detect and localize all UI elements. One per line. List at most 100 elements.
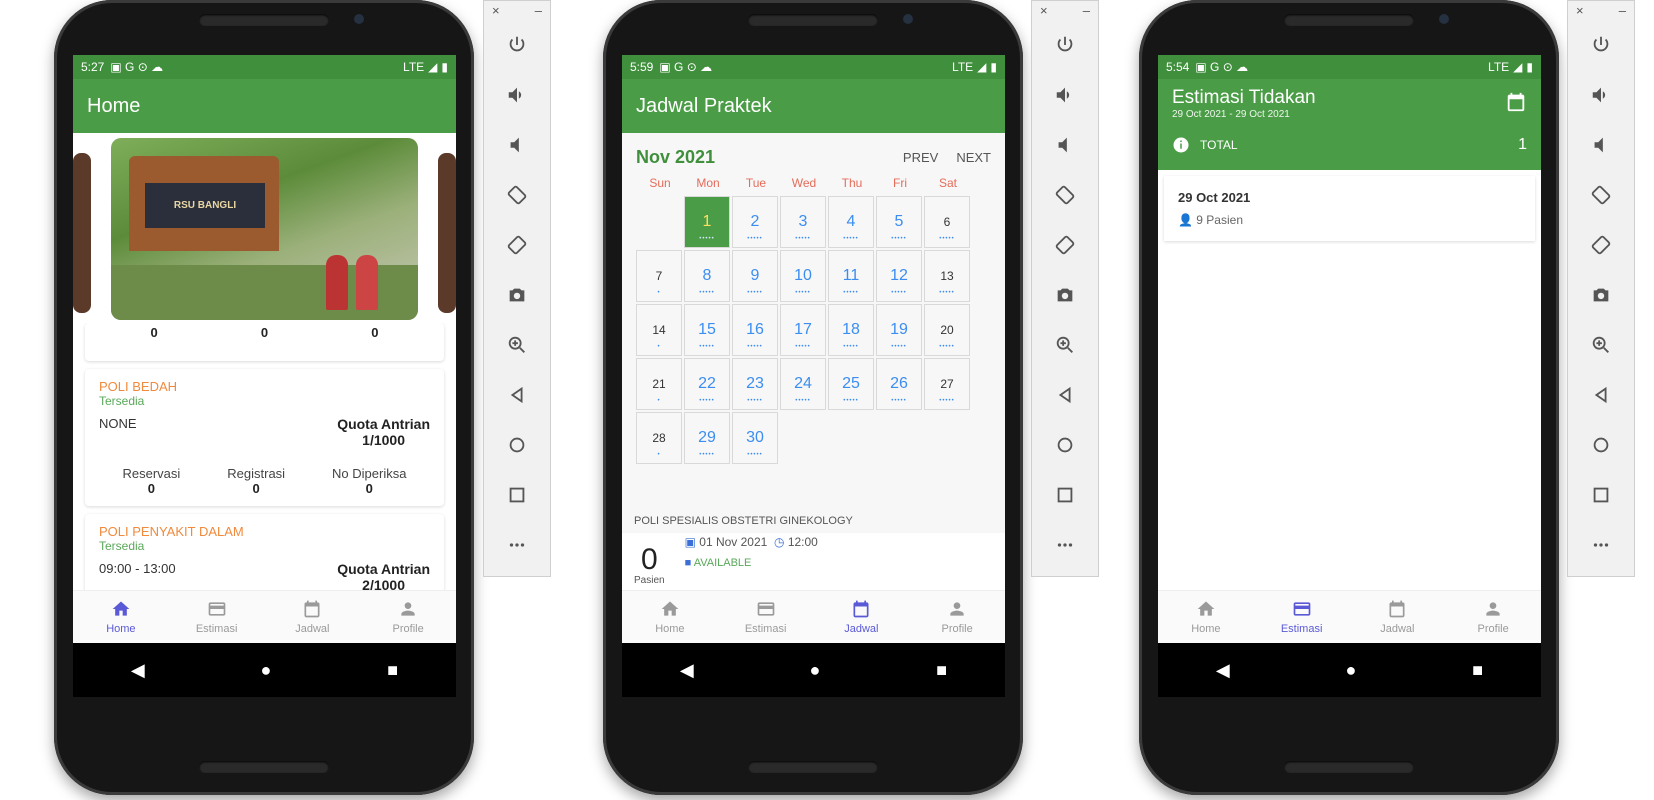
screenshot-button[interactable] [484, 270, 550, 320]
close-icon[interactable]: × [492, 3, 500, 18]
calendar-day[interactable]: 24 ••••• [780, 358, 826, 410]
carousel-main-slide[interactable]: RSU BANGLI [111, 138, 418, 320]
calendar-day[interactable]: 9 ••••• [732, 250, 778, 302]
calendar-day[interactable]: 6 ••••• [924, 196, 970, 248]
calendar-day[interactable]: 14 • [636, 304, 682, 356]
back-icon[interactable]: ◀ [1216, 660, 1230, 681]
calendar-day[interactable]: 5 ••••• [876, 196, 922, 248]
recents-icon[interactable]: ■ [387, 660, 398, 681]
nav-jadwal[interactable]: Jadwal [814, 591, 910, 643]
home-button[interactable] [1032, 420, 1098, 470]
close-icon[interactable]: × [1040, 3, 1048, 18]
calendar-day[interactable]: 11 ••••• [828, 250, 874, 302]
calendar-day[interactable]: 25 ••••• [828, 358, 874, 410]
home-circle-icon[interactable]: ● [1346, 660, 1357, 681]
calendar-day[interactable]: 13 ••••• [924, 250, 970, 302]
calendar-day[interactable]: 18 ••••• [828, 304, 874, 356]
volume-down-button[interactable] [1568, 120, 1634, 170]
calendar-day[interactable]: 1 ••••• [684, 196, 730, 248]
overview-button[interactable] [484, 470, 550, 520]
schedule-card[interactable]: POLI SPESIALIS OBSTETRI GINEKOLOGY 0 Pas… [622, 507, 1005, 594]
nav-home[interactable]: Home [622, 591, 718, 643]
overview-button[interactable] [1032, 470, 1098, 520]
rotate-left-button[interactable] [484, 170, 550, 220]
calendar-day[interactable]: 29 ••••• [684, 412, 730, 464]
carousel-next-slide[interactable] [438, 153, 456, 313]
power-button[interactable] [484, 20, 550, 70]
nav-profile[interactable]: Profile [1445, 591, 1541, 643]
nav-home[interactable]: Home [1158, 591, 1254, 643]
back-icon[interactable]: ◀ [131, 660, 145, 681]
calendar-day[interactable]: 17 ••••• [780, 304, 826, 356]
calendar-day[interactable]: 12 ••••• [876, 250, 922, 302]
zoom-button[interactable] [484, 320, 550, 370]
recents-icon[interactable]: ■ [936, 660, 947, 681]
power-button[interactable] [1568, 20, 1634, 70]
power-button[interactable] [1032, 20, 1098, 70]
nav-estimasi[interactable]: Estimasi [169, 591, 265, 643]
nav-estimasi[interactable]: Estimasi [1254, 591, 1350, 643]
poli-card[interactable]: POLI BEDAH Tersedia NONE Quota Antrian 1… [85, 369, 444, 506]
more-button[interactable] [1032, 520, 1098, 570]
home-circle-icon[interactable]: ● [810, 660, 821, 681]
overview-button[interactable] [1568, 470, 1634, 520]
nav-estimasi[interactable]: Estimasi [718, 591, 814, 643]
nav-jadwal[interactable]: Jadwal [265, 591, 361, 643]
home-circle-icon[interactable]: ● [261, 660, 272, 681]
nav-home[interactable]: Home [73, 591, 169, 643]
more-button[interactable] [484, 520, 550, 570]
calendar-day[interactable]: 2 ••••• [732, 196, 778, 248]
minimize-icon[interactable]: – [1083, 3, 1090, 18]
home-button[interactable] [484, 420, 550, 470]
nav-profile[interactable]: Profile [909, 591, 1005, 643]
calendar-day[interactable]: 4 ••••• [828, 196, 874, 248]
calendar-day[interactable]: 15 ••••• [684, 304, 730, 356]
rotate-left-button[interactable] [1032, 170, 1098, 220]
recents-icon[interactable]: ■ [1472, 660, 1483, 681]
image-carousel[interactable]: RSU BANGLI [73, 133, 456, 323]
screenshot-button[interactable] [1032, 270, 1098, 320]
calendar-day[interactable]: 10 ••••• [780, 250, 826, 302]
more-button[interactable] [1568, 520, 1634, 570]
zoom-button[interactable] [1032, 320, 1098, 370]
minimize-icon[interactable]: – [1619, 3, 1626, 18]
calendar-day[interactable]: 26 ••••• [876, 358, 922, 410]
nav-jadwal[interactable]: Jadwal [1350, 591, 1446, 643]
carousel-prev-slide[interactable] [73, 153, 91, 313]
back-button[interactable] [1568, 370, 1634, 420]
calendar-day[interactable]: 27 ••••• [924, 358, 970, 410]
estimasi-item[interactable]: 29 Oct 2021 👤 9 Pasien [1164, 176, 1535, 241]
calendar-day[interactable]: 8 ••••• [684, 250, 730, 302]
rotate-left-button[interactable] [1568, 170, 1634, 220]
home-button[interactable] [1568, 420, 1634, 470]
rotate-right-button[interactable] [484, 220, 550, 270]
volume-down-button[interactable] [484, 120, 550, 170]
calendar-day[interactable]: 30 ••••• [732, 412, 778, 464]
back-button[interactable] [1032, 370, 1098, 420]
minimize-icon[interactable]: – [535, 3, 542, 18]
screenshot-button[interactable] [1568, 270, 1634, 320]
rotate-right-button[interactable] [1568, 220, 1634, 270]
back-button[interactable] [484, 370, 550, 420]
calendar-day[interactable]: 21 • [636, 358, 682, 410]
close-icon[interactable]: × [1576, 3, 1584, 18]
calendar-day[interactable]: 20 ••••• [924, 304, 970, 356]
volume-up-button[interactable] [1568, 70, 1634, 120]
calendar-day[interactable]: 19 ••••• [876, 304, 922, 356]
calendar-day[interactable]: 3 ••••• [780, 196, 826, 248]
calendar-day[interactable]: 23 ••••• [732, 358, 778, 410]
next-button[interactable]: NEXT [956, 150, 991, 165]
volume-up-button[interactable] [484, 70, 550, 120]
calendar-day[interactable]: 22 ••••• [684, 358, 730, 410]
volume-up-button[interactable] [1032, 70, 1098, 120]
rotate-right-button[interactable] [1032, 220, 1098, 270]
calendar-icon[interactable] [1505, 91, 1527, 113]
nav-profile[interactable]: Profile [360, 591, 456, 643]
calendar-day[interactable]: 16 ••••• [732, 304, 778, 356]
back-icon[interactable]: ◀ [680, 660, 694, 681]
volume-down-button[interactable] [1032, 120, 1098, 170]
calendar-day[interactable]: 7 • [636, 250, 682, 302]
zoom-button[interactable] [1568, 320, 1634, 370]
prev-button[interactable]: PREV [903, 150, 938, 165]
calendar-day[interactable]: 28 • [636, 412, 682, 464]
